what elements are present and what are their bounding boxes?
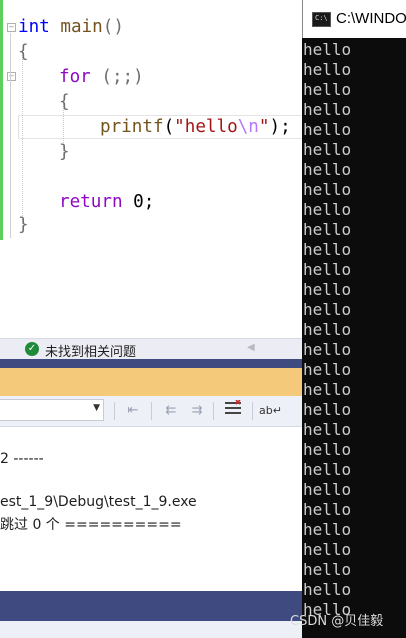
- output-pane[interactable]: 2 ------ est_1_9\Debug\test_1_9.exe 跳过 0…: [0, 427, 302, 591]
- brace-close: }: [59, 142, 70, 162]
- string-literal-end: ": [258, 117, 270, 137]
- code-line-4[interactable]: {: [59, 90, 70, 115]
- console-line: hello: [303, 340, 352, 359]
- output-source-dropdown[interactable]: ▼: [0, 399, 104, 421]
- console-line: hello: [303, 580, 352, 599]
- brace-open: {: [59, 92, 70, 112]
- word-wrap-icon[interactable]: ab↵: [259, 400, 282, 422]
- change-tracking-bar: [0, 0, 3, 240]
- keyword-int: int: [18, 17, 50, 37]
- code-line-1[interactable]: int main(): [18, 15, 124, 40]
- console-line: hello: [303, 380, 352, 399]
- collapse-icon[interactable]: −: [7, 72, 16, 81]
- output-line: 跳过 0 个 ==========: [0, 517, 182, 533]
- console-line: hello: [303, 40, 352, 59]
- console-title-bar[interactable]: C:\ C:\WINDO: [302, 0, 406, 38]
- function-name: main: [60, 17, 103, 37]
- escape-sequence: \n: [237, 117, 259, 137]
- code-line-9[interactable]: }: [18, 213, 29, 238]
- console-line: hello: [303, 440, 352, 459]
- output-panel-header: [0, 368, 302, 396]
- status-bar: [0, 591, 302, 621]
- output-line: 2 ------: [0, 451, 44, 467]
- console-app-icon: C:\: [312, 12, 331, 27]
- bottom-bar: [0, 621, 302, 638]
- keyword-for: for: [59, 67, 91, 87]
- console-window[interactable]: C:\ C:\WINDO hello hello hello hello hello he…: [302, 0, 406, 638]
- for-header: (;;): [90, 67, 144, 87]
- code-line-3[interactable]: for (;;): [59, 65, 144, 90]
- console-output[interactable]: hello hello hello hello hello hello hello hello…: [302, 40, 406, 620]
- brace-open: {: [18, 42, 29, 62]
- paren: (: [163, 117, 175, 137]
- output-toolbar: ▼ ⇤ ⇇ ⇉ ab↵: [0, 396, 302, 427]
- code-editor[interactable]: − − int main() { for (;;) { printf("hell…: [0, 0, 302, 338]
- code-line-2[interactable]: {: [18, 40, 29, 65]
- issues-status-bar[interactable]: ✓ 未找到相关问题 ◀: [0, 338, 302, 360]
- console-line: hello: [303, 240, 352, 259]
- console-line: hello: [303, 360, 352, 379]
- find-message-icon[interactable]: ⇤: [122, 400, 144, 422]
- toolbar-separator: [151, 402, 152, 420]
- return-value: 0;: [122, 192, 155, 212]
- keyword-return: return: [59, 192, 123, 212]
- console-line: hello: [303, 500, 352, 519]
- console-line: hello: [303, 420, 352, 439]
- console-title: C:\WINDO: [336, 10, 406, 27]
- console-line: hello: [303, 140, 352, 159]
- brace-close: }: [18, 215, 29, 235]
- issues-status-text: 未找到相关问题: [45, 345, 137, 360]
- console-line: hello: [303, 520, 352, 539]
- console-line: hello: [303, 80, 352, 99]
- console-line: hello: [303, 320, 352, 339]
- console-line: hello: [303, 280, 352, 299]
- console-line: hello: [303, 180, 352, 199]
- console-line: hello: [303, 460, 352, 479]
- scroll-left-icon[interactable]: ◀: [247, 342, 255, 353]
- watermark: CSDN @贝佳毅: [290, 614, 384, 629]
- call-close: );: [269, 117, 291, 137]
- toolbar-separator: [252, 402, 253, 420]
- panel-divider: [0, 359, 302, 368]
- console-line: hello: [303, 160, 352, 179]
- toolbar-separator: [114, 402, 115, 420]
- console-line: hello: [303, 220, 352, 239]
- previous-message-icon[interactable]: ⇇: [160, 400, 182, 422]
- string-literal: "hello: [174, 117, 238, 137]
- check-circle-icon: ✓: [25, 342, 39, 356]
- code-line-8[interactable]: return 0;: [59, 190, 154, 215]
- chevron-down-icon: ▼: [93, 403, 100, 413]
- code-line-5[interactable]: printf("hello\n");: [100, 115, 291, 140]
- console-line: hello: [303, 300, 352, 319]
- next-message-icon[interactable]: ⇉: [186, 400, 208, 422]
- parens: (): [102, 17, 124, 37]
- code-line-6[interactable]: }: [59, 140, 70, 165]
- toolbar-separator: [213, 402, 214, 420]
- console-line: hello: [303, 560, 352, 579]
- function-call: printf: [100, 117, 164, 137]
- console-line: hello: [303, 120, 352, 139]
- console-line: hello: [303, 200, 352, 219]
- indent-guide: [22, 52, 23, 228]
- clear-all-icon-glyph: [225, 399, 241, 414]
- console-line: hello: [303, 260, 352, 279]
- console-line: hello: [303, 480, 352, 499]
- clear-all-icon[interactable]: [222, 399, 244, 422]
- collapse-icon[interactable]: −: [7, 23, 16, 32]
- outline-line: [10, 33, 11, 238]
- console-line: hello: [303, 540, 352, 559]
- output-line: est_1_9\Debug\test_1_9.exe: [0, 494, 197, 510]
- console-line: hello: [303, 60, 352, 79]
- console-line: hello: [303, 100, 352, 119]
- console-line: hello: [303, 400, 352, 419]
